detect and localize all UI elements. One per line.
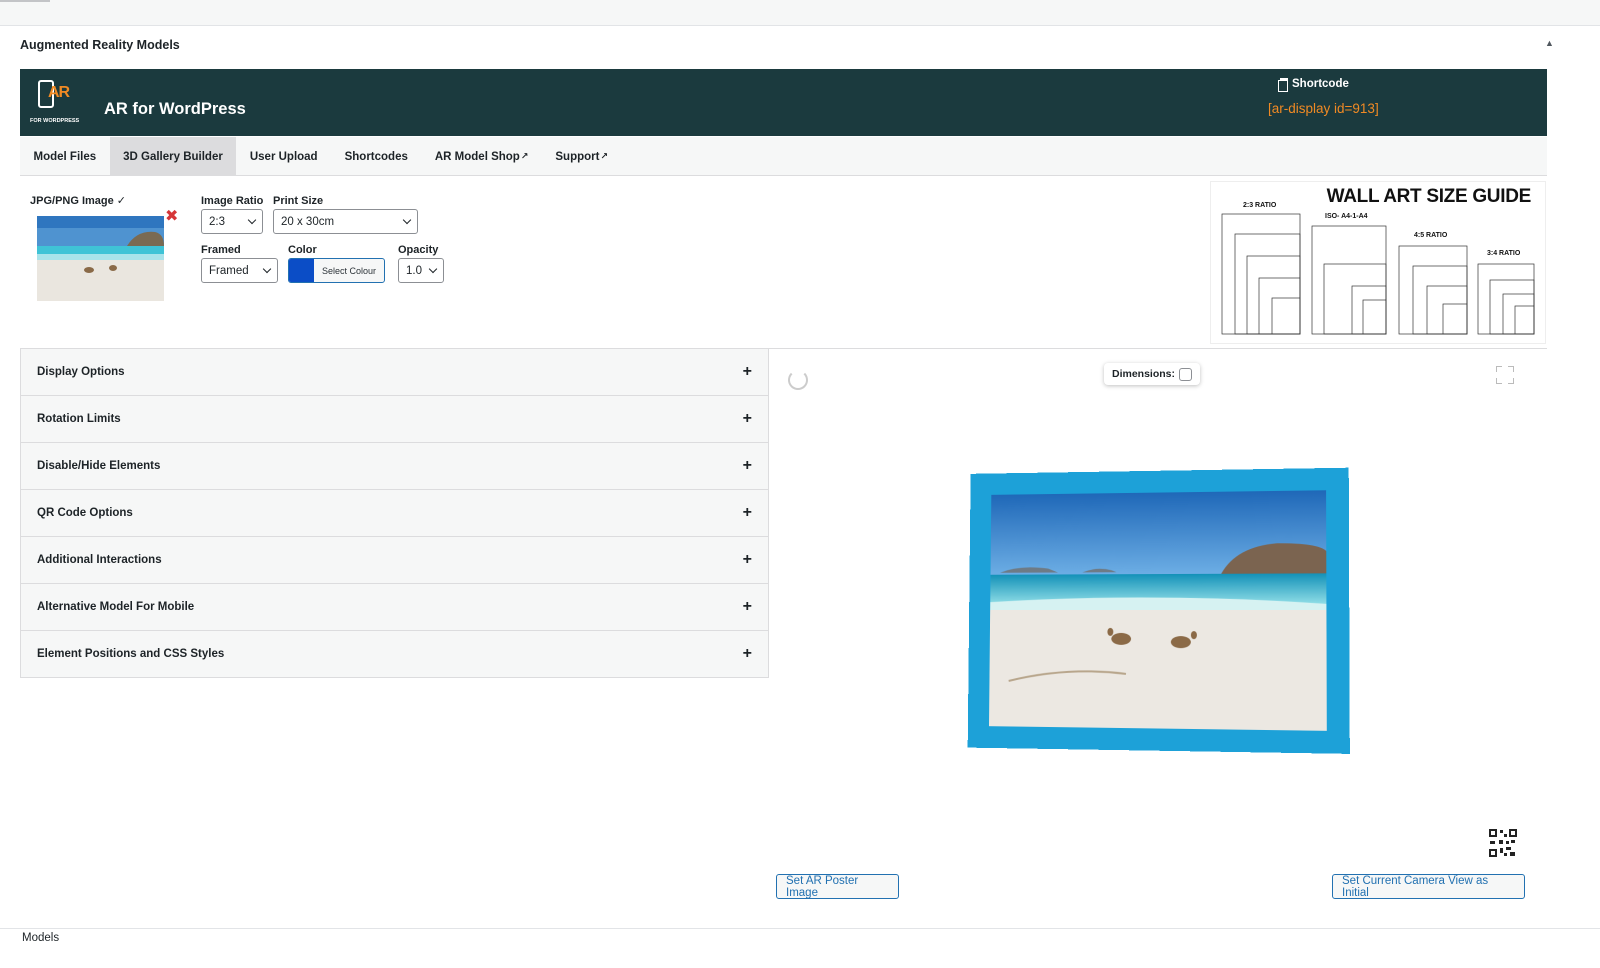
reset-view-icon[interactable]	[788, 370, 808, 390]
framed-label: Framed	[201, 244, 241, 256]
beach-kangaroo-image	[988, 490, 1327, 731]
color-label: Color	[288, 244, 317, 256]
framed-artwork-model[interactable]	[967, 467, 1350, 754]
accordion-label: Element Positions and CSS Styles	[37, 648, 225, 660]
dimensions-label: Dimensions:	[1112, 368, 1176, 380]
options-accordion: Display Options + Rotation Limits + Disabl…	[20, 349, 769, 678]
chevron-down-icon	[428, 264, 438, 274]
framed-value: Framed	[209, 264, 249, 277]
opacity-value: 1.0	[406, 264, 422, 277]
accordion-disable-hide-elements[interactable]: Disable/Hide Elements +	[20, 443, 769, 490]
accordion-display-options[interactable]: Display Options +	[20, 349, 769, 396]
accordion-label: Rotation Limits	[37, 413, 121, 425]
framed-select[interactable]: Framed	[201, 258, 278, 283]
set-camera-view-button[interactable]: Set Current Camera View as Initial	[1332, 874, 1525, 899]
tab-user-upload[interactable]: User Upload	[236, 137, 331, 176]
image-ratio-label: Image Ratio	[201, 195, 264, 207]
tab-label: Shortcodes	[344, 150, 408, 163]
wall-art-size-guide: WALL ART SIZE GUIDE 2:3 RATIO ISO- A4-1-…	[1210, 181, 1546, 344]
chevron-down-icon	[402, 215, 412, 225]
plus-icon: +	[742, 551, 752, 568]
chevron-down-icon	[247, 215, 257, 225]
tab-shortcodes[interactable]: Shortcodes	[331, 137, 421, 176]
accordion-label: Additional Interactions	[37, 554, 162, 566]
accordion-label: Disable/Hide Elements	[37, 460, 161, 472]
size-guide-diagram	[1221, 213, 1535, 335]
top-tab-indicator	[0, 0, 50, 2]
logo-subtext: FOR WORDPRESS	[30, 118, 80, 124]
select-colour-label: Select Colour	[321, 265, 377, 276]
plus-icon: +	[742, 598, 752, 615]
beach-kangaroo-image	[37, 216, 164, 301]
external-link-icon: ↗	[600, 151, 608, 161]
tab-label: Support	[555, 150, 600, 163]
image-ratio-select[interactable]: 2:3	[201, 209, 263, 234]
ar-logo: AR FOR WORDPRESS	[30, 78, 80, 128]
plus-icon: +	[742, 457, 752, 474]
color-swatch	[289, 259, 314, 282]
plus-icon: +	[742, 504, 752, 521]
tab-ar-model-shop[interactable]: AR Model Shop ↗	[421, 137, 542, 176]
tab-bar: Model Files 3D Gallery Builder User Uplo…	[20, 137, 1547, 176]
print-size-select[interactable]: 20 x 30cm	[273, 209, 418, 234]
print-size-value: 20 x 30cm	[281, 215, 335, 228]
top-strip	[0, 0, 1600, 26]
footer-divider	[0, 928, 1600, 929]
tab-model-files[interactable]: Model Files	[20, 137, 110, 176]
opacity-select[interactable]: 1.0	[398, 258, 444, 283]
logo-text: AR	[48, 84, 70, 101]
set-ar-poster-button[interactable]: Set AR Poster Image	[776, 874, 899, 899]
tab-label: AR Model Shop	[434, 150, 520, 163]
model-viewer[interactable]: Dimensions:	[776, 358, 1526, 866]
print-size-label: Print Size	[273, 195, 324, 207]
panel-title: Augmented Reality Models	[20, 38, 180, 52]
plugin-header: AR FOR WORDPRESS AR for WordPress Shortc…	[20, 69, 1547, 136]
tab-3d-gallery-builder[interactable]: 3D Gallery Builder	[109, 137, 237, 176]
dimensions-checkbox[interactable]	[1179, 367, 1193, 381]
external-link-icon: ↗	[520, 151, 529, 161]
plus-icon: +	[742, 410, 752, 427]
tab-label: Model Files	[33, 150, 97, 163]
accordion-label: Display Options	[37, 366, 125, 378]
models-label: Models	[22, 932, 60, 944]
chevron-down-icon	[262, 264, 272, 274]
plus-icon: +	[742, 645, 752, 662]
shortcode-label-text: Shortcode	[1292, 78, 1349, 90]
qr-code-icon[interactable]	[1488, 828, 1518, 858]
artwork-image	[988, 490, 1327, 731]
select-colour-button[interactable]: Select Colour	[288, 258, 385, 283]
accordion-rotation-limits[interactable]: Rotation Limits +	[20, 396, 769, 443]
tab-label: User Upload	[249, 150, 318, 163]
shortcode-value[interactable]: [ar-display id=913]	[1268, 101, 1379, 116]
accordion-alternative-model-mobile[interactable]: Alternative Model For Mobile +	[20, 584, 769, 631]
copy-icon[interactable]	[1278, 78, 1289, 92]
fullscreen-icon[interactable]	[1496, 366, 1514, 384]
image-upload-label: JPG/PNG Image ✓	[30, 195, 127, 207]
opacity-label: Opacity	[398, 244, 439, 256]
image-ratio-value: 2:3	[209, 215, 225, 228]
accordion-element-positions-css[interactable]: Element Positions and CSS Styles +	[20, 631, 769, 678]
accordion-label: Alternative Model For Mobile	[37, 601, 195, 613]
plugin-title: AR for WordPress	[104, 100, 246, 118]
gallery-builder-panel: JPG/PNG Image ✓ ✖ Image Ratio 2:3 Print …	[20, 176, 1547, 349]
triangle-up-icon[interactable]: ▲	[1545, 38, 1554, 48]
plus-icon: +	[742, 363, 752, 380]
remove-image-icon[interactable]: ✖	[165, 206, 178, 226]
tab-label: 3D Gallery Builder	[123, 150, 223, 163]
accordion-additional-interactions[interactable]: Additional Interactions +	[20, 537, 769, 584]
shortcode-label[interactable]: Shortcode	[1278, 78, 1349, 92]
image-thumbnail[interactable]	[37, 216, 164, 301]
accordion-qr-code-options[interactable]: QR Code Options +	[20, 490, 769, 537]
accordion-label: QR Code Options	[37, 507, 133, 519]
tab-support[interactable]: Support ↗	[542, 137, 622, 176]
dimensions-toggle[interactable]: Dimensions:	[1104, 363, 1201, 385]
